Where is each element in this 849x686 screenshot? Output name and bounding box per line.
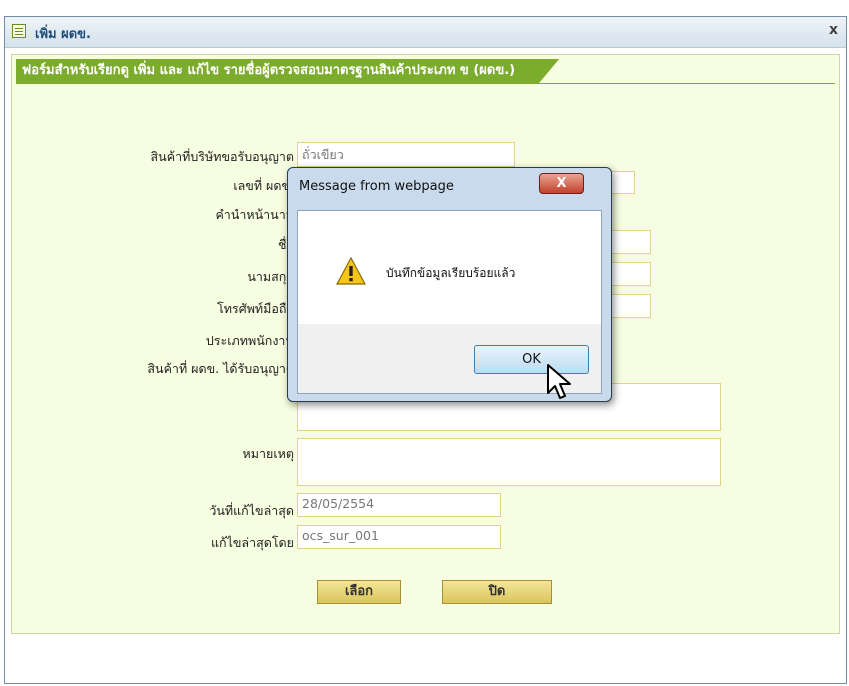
modified-by-label: แก้ไขล่าสุดโดย (210, 535, 294, 550)
close-form-button[interactable]: ปิด (442, 580, 552, 604)
last-modified-label: วันที่แก้ไขล่าสุด (209, 503, 294, 518)
select-button[interactable]: เลือก (317, 580, 401, 604)
warning-icon (336, 257, 366, 285)
mouse-cursor-icon (547, 364, 571, 399)
firstname-label: ชื่อ (278, 237, 294, 252)
dialog-title: เพิ่ม ผดข. (35, 27, 91, 42)
prefix-label: คำนำหน้านาม (215, 207, 294, 222)
last-modified-field[interactable]: 28/05/2554 (297, 493, 501, 517)
message-box-close-button[interactable]: X (539, 173, 584, 194)
product-field[interactable]: ถั่วเขียว (297, 142, 515, 167)
form-header-underline (16, 83, 835, 84)
staff-type-label: ประเภทพนักงาน (205, 333, 294, 348)
product-label: สินค้าที่บริษัทขอรับอนุญาต (150, 149, 294, 164)
modified-by-field[interactable]: ocs_sur_001 (297, 525, 501, 549)
mobile-label: โทรศัพท์มือถือ (217, 301, 294, 316)
message-box-title: Message from webpage (299, 179, 454, 194)
dialog-close-button[interactable]: x (829, 22, 838, 38)
remark-field[interactable] (297, 438, 721, 486)
licensed-products-label: สินค้าที่ ผดข. ได้รับอนุญาต (147, 361, 294, 376)
remark-label: หมายเหตุ (242, 446, 294, 461)
lastname-label: นามสกุล (247, 269, 294, 284)
form-icon (12, 24, 26, 38)
form-header: ฟอร์มสำหรับเรียกดู เพิ่ม และ แก้ไข รายชื… (16, 59, 559, 83)
number-label: เลขที่ ผดข. (233, 178, 294, 193)
message-text: บันทึกข้อมูลเรียบร้อยแล้ว (386, 266, 516, 280)
dialog-titlebar: เพิ่ม ผดข. x (5, 17, 846, 48)
